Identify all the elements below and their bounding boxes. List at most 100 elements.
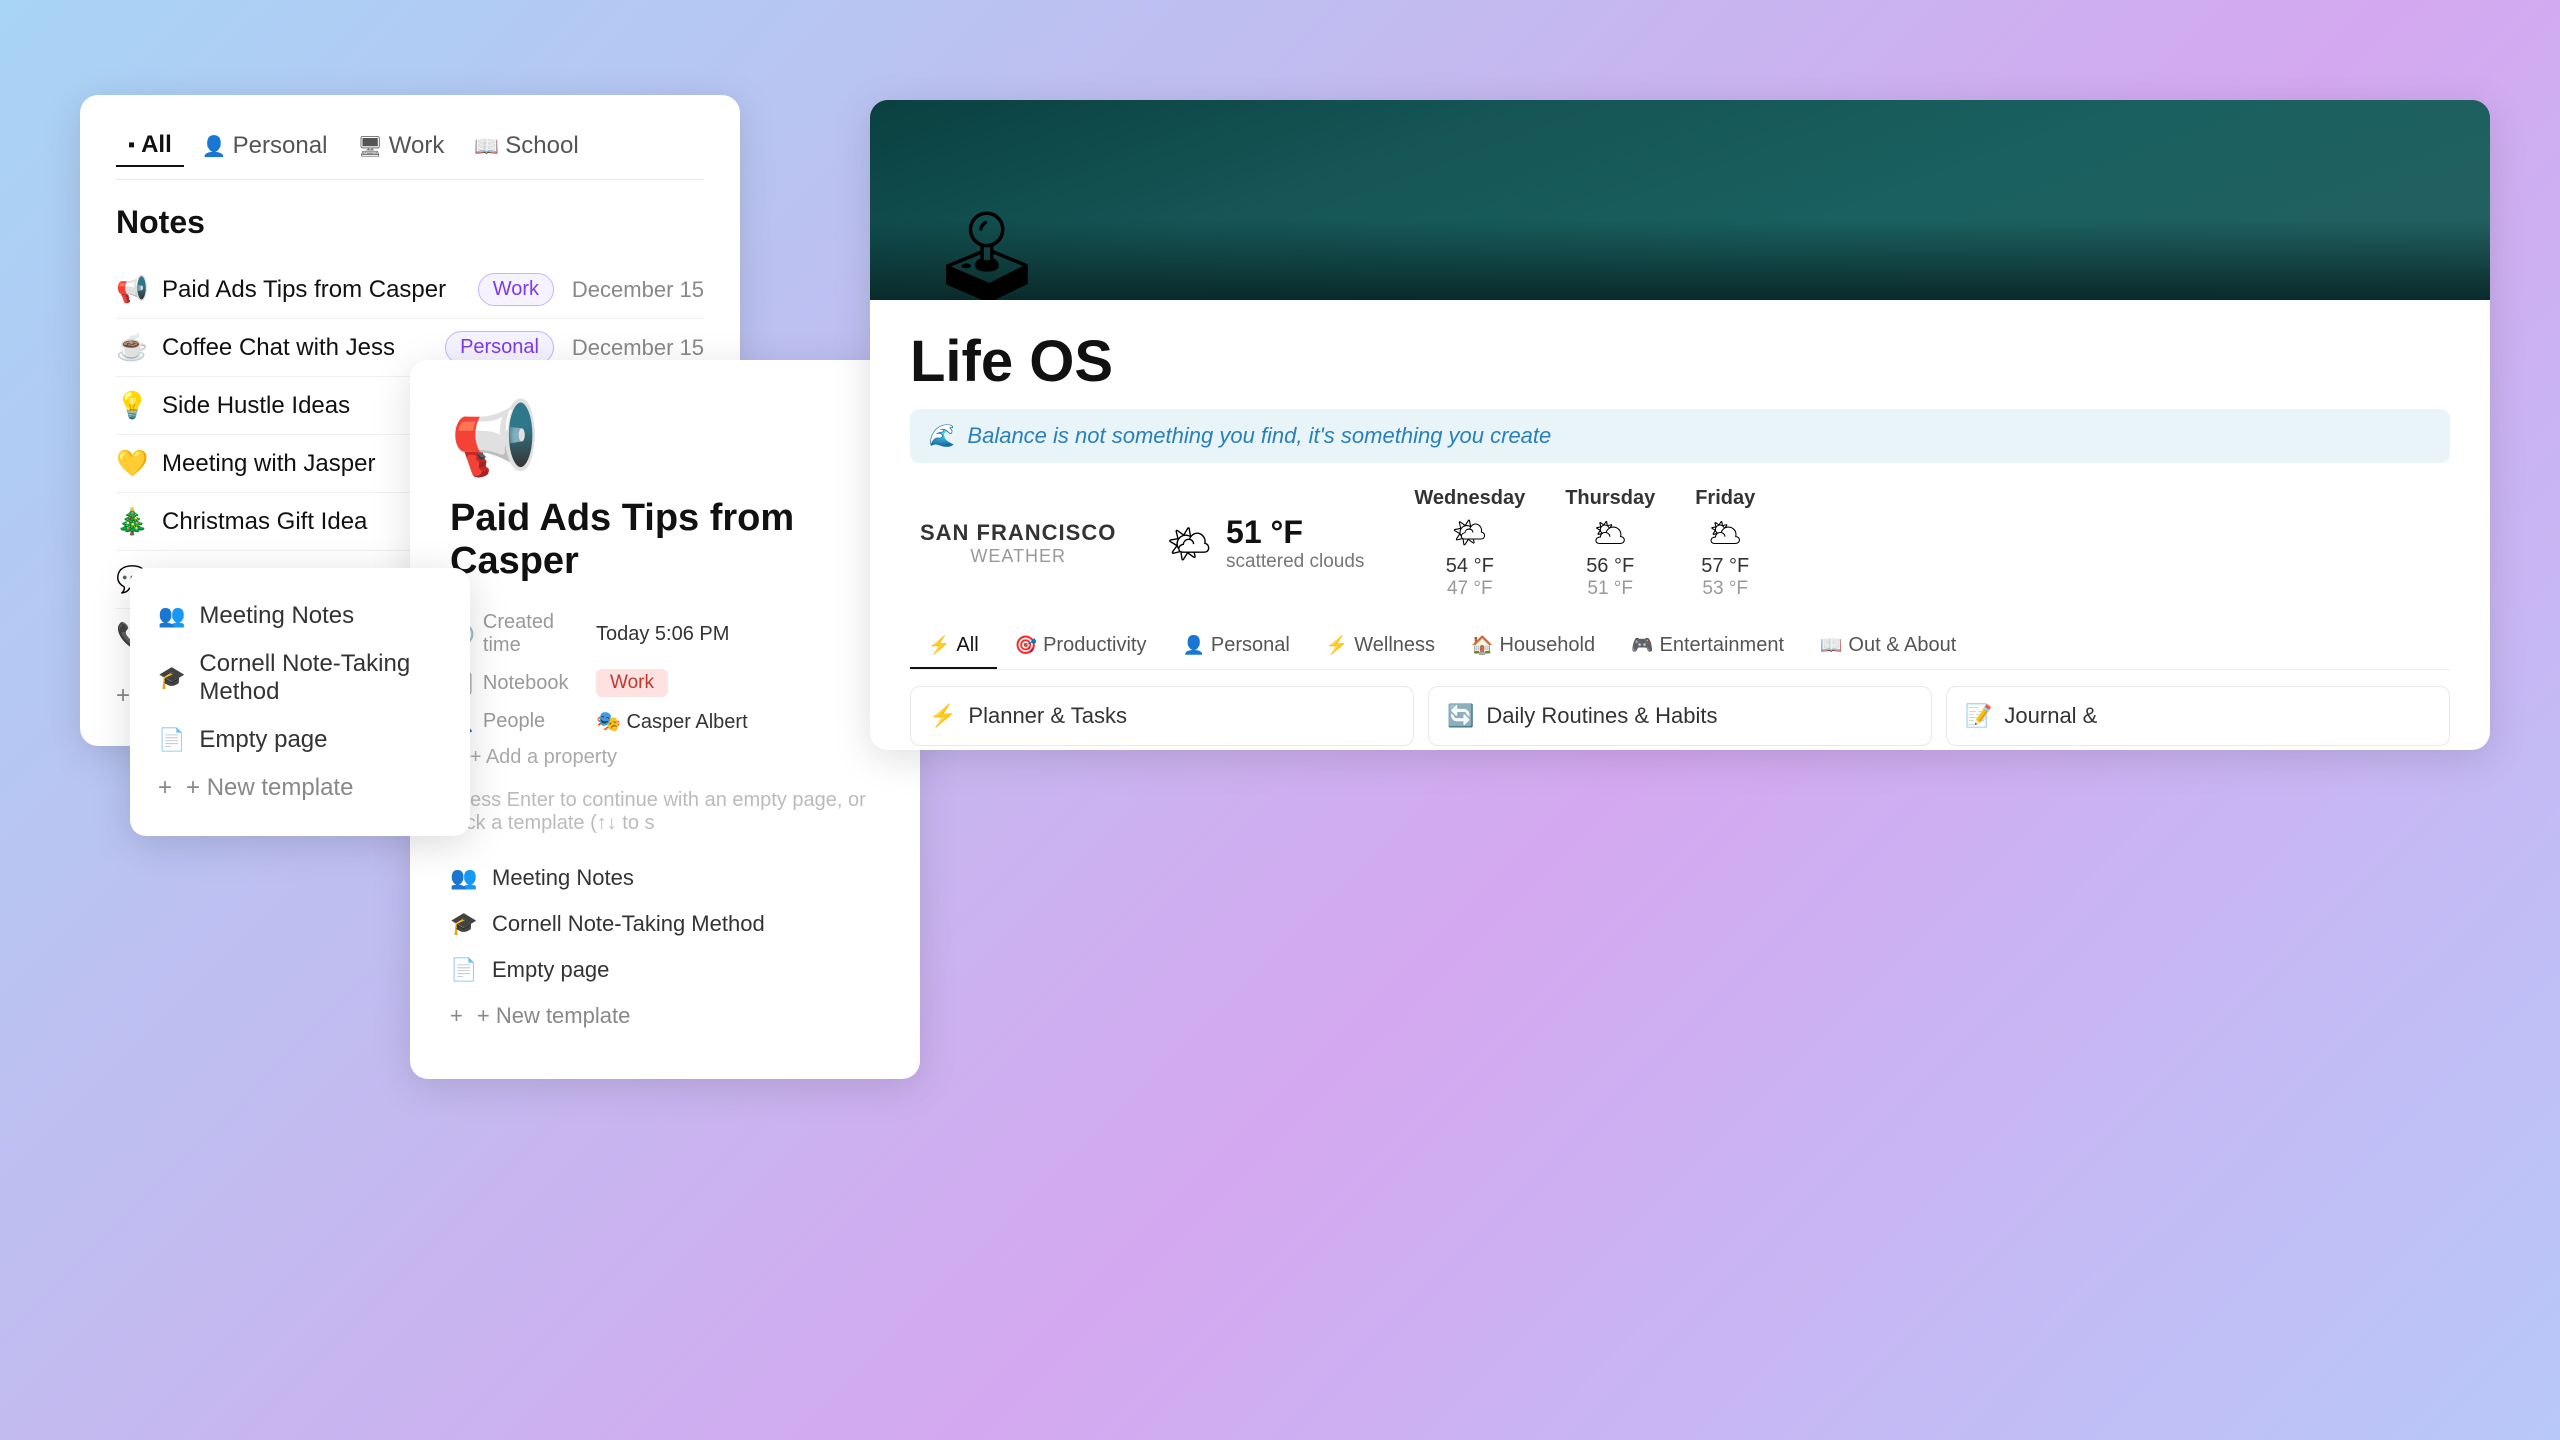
forecast-hi: 57 °F: [1695, 555, 1755, 578]
note-emoji: 📢: [116, 274, 152, 305]
forecast-hi: 56 °F: [1565, 555, 1655, 578]
grid-section: ⚡ Planner & Tasks 🔄 Daily Routines & Hab…: [910, 686, 2450, 750]
popup-cornell-label: Cornell Note-Taking Method: [199, 650, 442, 706]
cat-tab-icon: 👤: [1182, 635, 1204, 656]
plus-icon: +: [158, 774, 172, 802]
personal-tab-icon: 👤: [202, 134, 227, 159]
tab-personal-label: Personal: [233, 132, 328, 160]
forecast-lo: 51 °F: [1565, 578, 1655, 600]
forecast-day-name: Friday: [1695, 487, 1755, 510]
grid-item-journal-&[interactable]: 📝 Journal &: [1946, 686, 2450, 746]
grid-label: Daily Routines & Habits: [1486, 703, 1717, 729]
tab-all[interactable]: ▪ All: [116, 125, 184, 167]
forecast-hi: 54 °F: [1414, 555, 1525, 578]
notes-tabs: ▪ All 👤 Personal 🖥 Work 📖 School: [116, 125, 704, 180]
forecast-lo: 53 °F: [1695, 578, 1755, 600]
add-property-button[interactable]: + + Add a property: [450, 746, 880, 769]
popup-empty-label: Empty page: [199, 726, 327, 754]
cat-tab-label: Entertainment: [1659, 634, 1784, 657]
joystick-emoji: 🕹: [930, 208, 1044, 300]
joystick-container: 🕹: [930, 205, 1044, 300]
note-emoji: 🎄: [116, 506, 152, 537]
cat-tab-label: All: [956, 634, 978, 657]
cat-tab-personal[interactable]: 👤 Personal: [1164, 624, 1307, 669]
notes-title: Notes: [116, 204, 704, 241]
cat-tab-label: Productivity: [1043, 634, 1146, 657]
tab-work[interactable]: 🖥 Work: [345, 126, 456, 166]
new-template-button[interactable]: + + New template: [450, 993, 880, 1039]
empty-icon: 📄: [450, 957, 478, 983]
cat-tab-productivity[interactable]: 🎯 Productivity: [997, 624, 1165, 669]
popup-empty-icon: 📄: [158, 727, 185, 753]
weather-forecast: Wednesday 🌤 54 °F 47 °F Thursday 🌥 56 °F…: [1414, 487, 1755, 600]
hero-image: 🕹: [870, 100, 2490, 300]
template-empty[interactable]: 📄 Empty page: [450, 947, 880, 993]
notebook-tag: Work: [596, 669, 668, 697]
forecast-icon: 🌥: [1565, 516, 1655, 549]
weather-temp: 51 °F: [1226, 514, 1364, 551]
popup-meeting-icon: 👥: [158, 603, 185, 629]
cat-tab-entertainment[interactable]: 🎮 Entertainment: [1613, 624, 1802, 669]
cat-tab-icon: 📖: [1820, 635, 1842, 656]
subtitle-text: Balance is not something you find, it's …: [967, 423, 1551, 449]
note-name: Paid Ads Tips from Casper: [162, 276, 468, 304]
plus-icon: +: [116, 682, 130, 710]
weather-desc: scattered clouds: [1226, 551, 1364, 573]
popup-meeting-label: Meeting Notes: [199, 602, 354, 630]
grid-icon: 📝: [1965, 703, 1992, 729]
life-os-panel: 🕹 Life OS 🌊 Balance is not something you…: [870, 100, 2490, 750]
note-name: Coffee Chat with Jess: [162, 334, 435, 362]
forecast-day: Wednesday 🌤 54 °F 47 °F: [1414, 487, 1525, 600]
popup-new-template-button[interactable]: + + New template: [158, 764, 442, 812]
note-emoji: 💡: [116, 390, 152, 421]
template-cornell[interactable]: 🎓 Cornell Note-Taking Method: [450, 901, 880, 947]
cat-tab-household[interactable]: 🏠 Household: [1453, 624, 1613, 669]
new-template-label: + New template: [477, 1003, 630, 1029]
template-meeting-notes[interactable]: 👥 Meeting Notes: [450, 855, 880, 901]
popup-empty[interactable]: 📄 Empty page: [158, 716, 442, 764]
note-detail-emoji: 📢: [450, 396, 880, 481]
weather-current-icon: 🌤: [1166, 523, 1212, 565]
work-tab-icon: 🖥: [357, 134, 382, 159]
people-value: 🎭 Casper Albert: [596, 709, 748, 734]
empty-label: Empty page: [492, 957, 609, 983]
cat-tab-wellness[interactable]: ⚡ Wellness: [1308, 624, 1453, 669]
cat-tab-all[interactable]: ⚡ All: [910, 624, 997, 669]
cat-tab-out-about[interactable]: 📖 Out & About: [1802, 624, 1974, 669]
grid-label: Planner & Tasks: [968, 703, 1127, 729]
plus-icon: +: [450, 1003, 463, 1029]
note-detail-title: Paid Ads Tips from Casper: [450, 497, 880, 583]
tab-work-label: Work: [389, 132, 445, 160]
tab-school-label: School: [505, 132, 578, 160]
cornell-icon: 🎓: [450, 911, 478, 937]
life-os-subtitle: 🌊 Balance is not something you find, it'…: [910, 409, 2450, 463]
tab-school[interactable]: 📖 School: [462, 126, 590, 166]
note-date: December 15: [564, 335, 704, 361]
note-date: December 15: [564, 277, 704, 303]
weather-city: SAN FRANCISCO: [920, 520, 1116, 546]
cat-tab-icon: 🎮: [1631, 635, 1653, 656]
weather-section: SAN FRANCISCO WEATHER 🌤 51 °F scattered …: [910, 487, 2450, 600]
weather-current: 🌤 51 °F scattered clouds: [1166, 514, 1364, 573]
life-os-content: Life OS 🌊 Balance is not something you f…: [870, 300, 2490, 750]
cat-tab-icon: ⚡: [928, 635, 950, 656]
popup-meeting-notes[interactable]: 👥 Meeting Notes: [158, 592, 442, 640]
popup-cornell[interactable]: 🎓 Cornell Note-Taking Method: [158, 640, 442, 716]
cat-tab-label: Wellness: [1354, 634, 1435, 657]
tab-personal[interactable]: 👤 Personal: [190, 126, 340, 166]
grid-item-daily-routines-&-habits[interactable]: 🔄 Daily Routines & Habits: [1428, 686, 1932, 746]
grid-item-planner-&-tasks[interactable]: ⚡ Planner & Tasks: [910, 686, 1414, 746]
grid-icon: 🔄: [1447, 703, 1474, 729]
cat-tab-label: Household: [1499, 634, 1595, 657]
forecast-day: Friday 🌥 57 °F 53 °F: [1695, 487, 1755, 600]
detail-hint: Press Enter to continue with an empty pa…: [450, 789, 880, 835]
list-item[interactable]: 📢 Paid Ads Tips from Casper Work Decembe…: [116, 261, 704, 319]
forecast-lo: 47 °F: [1414, 578, 1525, 600]
note-name: Side Hustle Ideas: [162, 392, 435, 420]
meta-people: 👤 People 🎭 Casper Albert: [450, 709, 880, 734]
forecast-day-name: Thursday: [1565, 487, 1655, 510]
cat-tab-label: Out & About: [1848, 634, 1956, 657]
cat-tab-label: Personal: [1211, 634, 1290, 657]
template-list: 👥 Meeting Notes 🎓 Cornell Note-Taking Me…: [450, 855, 880, 1039]
weather-location: SAN FRANCISCO WEATHER: [920, 520, 1116, 567]
